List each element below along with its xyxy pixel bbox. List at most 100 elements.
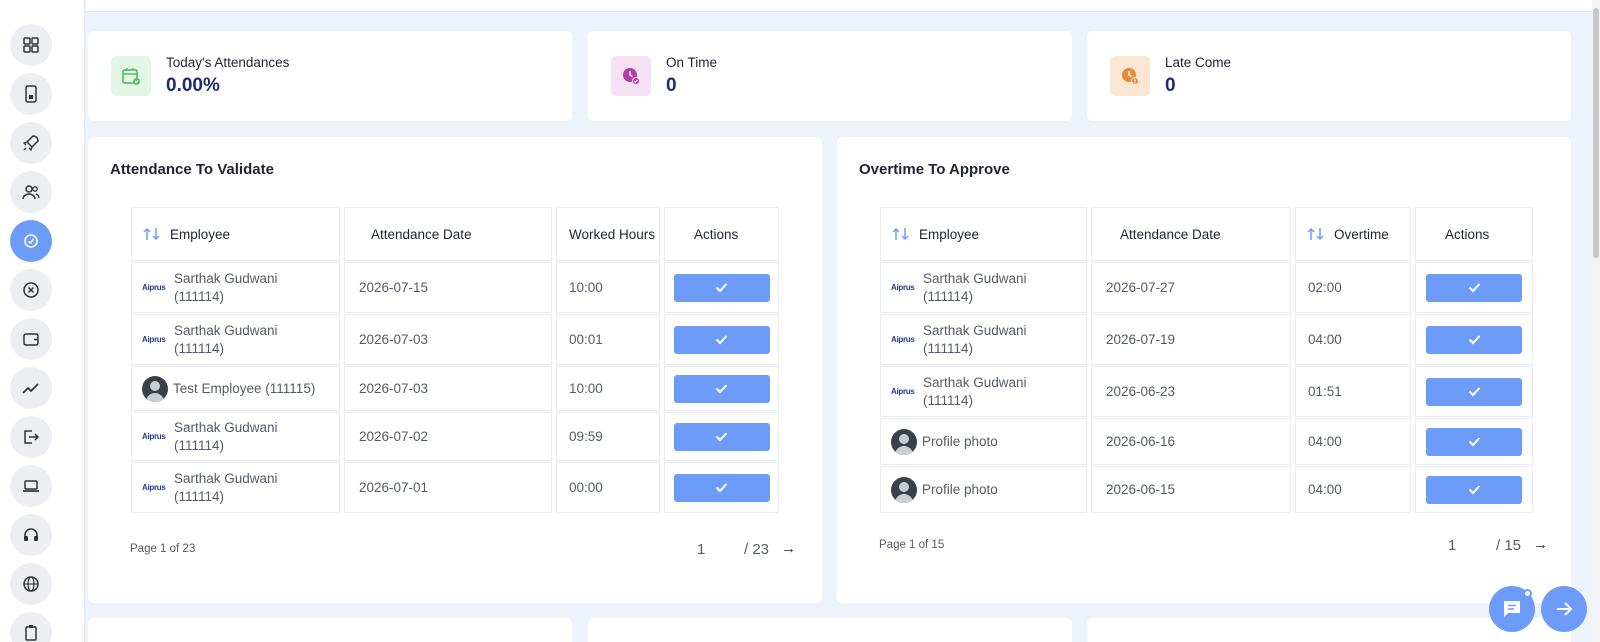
top-bar (86, 0, 1600, 12)
table-cell-hours: 00:01 (556, 314, 660, 365)
stat-value: 0 (1165, 75, 1176, 96)
column-header-label: Attendance Date (1120, 226, 1221, 242)
overtime-value: 04:00 (1308, 482, 1342, 497)
column-header-label: Actions (1445, 226, 1490, 242)
page-total: / 15 (1496, 537, 1522, 554)
sidebar-item-wallet[interactable] (10, 318, 52, 360)
pagination-label: Page 1 of 23 (130, 543, 196, 555)
trend-chart-icon (21, 378, 41, 398)
table-cell-date: 2026-07-03 (344, 314, 552, 365)
employee-name: Sarthak Gudwani (111114) (174, 270, 278, 304)
approve-button[interactable] (673, 374, 770, 403)
table-cell-overtime: 04:00 (1295, 466, 1411, 513)
wallet-icon (21, 329, 41, 349)
company-logo: Aiprus (142, 335, 166, 344)
sidebar-item-users[interactable] (10, 171, 52, 213)
next-button[interactable] (1541, 586, 1587, 632)
chat-button[interactable] (1489, 586, 1535, 632)
scrollbar[interactable] (1592, 0, 1600, 642)
table-cell-actions (664, 262, 779, 313)
sidebar-item-logout[interactable] (10, 416, 52, 458)
stat-title: On Time (666, 55, 718, 70)
sidebar-item-globe[interactable] (10, 563, 52, 605)
table-cell-actions (1415, 314, 1533, 365)
sort-icon[interactable] (142, 226, 162, 242)
sidebar-item-close-circle[interactable] (10, 269, 52, 311)
approve-button[interactable] (673, 325, 770, 354)
approve-button[interactable] (1426, 273, 1522, 302)
clipboard-icon (21, 623, 41, 642)
close-circle-icon (21, 280, 41, 300)
approve-button[interactable] (673, 422, 770, 451)
next-page-arrow-icon[interactable]: → (781, 540, 796, 557)
date-value: 2026-07-02 (359, 429, 429, 444)
approve-button[interactable] (673, 473, 770, 502)
table-cell-hours: 00:00 (556, 462, 660, 513)
avatar (142, 375, 168, 402)
approve-button[interactable] (1426, 325, 1522, 354)
stat-card-on-time: On Time 0 (588, 31, 1072, 121)
tablet-icon (21, 84, 41, 104)
column-header-label: Overtime (1334, 226, 1389, 242)
approve-button[interactable] (1426, 427, 1522, 456)
employee-name: Sarthak Gudwani (111114) (174, 322, 278, 356)
overtime-value: 01:51 (1308, 384, 1342, 399)
date-value: 2026-06-16 (1106, 434, 1176, 449)
stat-title: Late Come (1165, 55, 1232, 70)
users-icon (21, 182, 41, 202)
arrow-right-icon (1557, 602, 1573, 616)
table-cell-employee: Aiprus Sarthak Gudwani (111114) (880, 366, 1087, 417)
column-header-label: Employee (170, 226, 231, 242)
approve-button[interactable] (1426, 475, 1522, 504)
sidebar-item-tablet[interactable] (10, 73, 52, 115)
table-cell-date: 2026-06-23 (1091, 366, 1291, 417)
page-number-input[interactable]: 1 (1448, 537, 1456, 554)
sort-icon[interactable] (1306, 226, 1326, 242)
sidebar-item-attendance[interactable] (10, 220, 52, 262)
clock-check-icon (611, 56, 651, 96)
column-header-employee[interactable]: Employee (131, 207, 340, 261)
sidebar-item-trend-chart[interactable] (10, 367, 52, 409)
avatar (891, 476, 917, 503)
check-icon (715, 432, 728, 442)
column-header-hours: Worked Hours (556, 207, 660, 261)
sidebar-item-rocket[interactable] (10, 122, 52, 164)
page-number-input[interactable]: 1 (697, 541, 705, 558)
bottom-card (588, 618, 1072, 642)
stat-value: 0 (666, 75, 677, 96)
next-page-arrow-icon[interactable]: → (1533, 536, 1548, 553)
table-cell-date: 2026-07-27 (1091, 262, 1291, 313)
table-cell-employee: Aiprus Sarthak Gudwani (111114) (880, 262, 1087, 313)
table-cell-actions (1415, 366, 1533, 417)
column-header-overtime[interactable]: Overtime (1295, 207, 1411, 261)
approve-button[interactable] (673, 273, 770, 302)
date-value: 2026-07-27 (1106, 280, 1176, 295)
hours-value: 10:00 (569, 381, 603, 396)
column-header-employee[interactable]: Employee (880, 207, 1087, 261)
table-cell-actions (664, 314, 779, 365)
check-icon (715, 335, 728, 345)
overtime-value: 04:00 (1308, 434, 1342, 449)
date-value: 2026-06-23 (1106, 384, 1176, 399)
company-logo: Aiprus (891, 387, 915, 396)
table-cell-overtime: 04:00 (1295, 314, 1411, 365)
table-cell-employee: Aiprus Sarthak Gudwani (111114) (131, 262, 340, 313)
table-cell-actions (664, 366, 779, 411)
sidebar-item-clipboard[interactable] (10, 612, 52, 642)
table-cell-employee: Profile photo (880, 466, 1087, 513)
panel-title: Overtime To Approve (859, 161, 1010, 178)
hours-value: 00:00 (569, 480, 603, 495)
dashboard-grid-icon (21, 35, 41, 55)
attendance-to-validate-panel: Attendance To Validate Employee Attendanc… (88, 137, 822, 603)
sidebar-item-headset[interactable] (10, 514, 52, 556)
sidebar-item-dashboard-grid[interactable] (10, 24, 52, 66)
scrollbar-thumb[interactable] (1593, 8, 1599, 258)
check-icon (715, 384, 728, 394)
table-cell-actions (1415, 262, 1533, 313)
approve-button[interactable] (1426, 377, 1522, 406)
sort-icon[interactable] (891, 226, 911, 242)
sidebar-item-laptop[interactable] (10, 465, 52, 507)
table-cell-date: 2026-06-16 (1091, 418, 1291, 465)
pagination-label: Page 1 of 15 (879, 539, 945, 551)
employee-name: Test Employee (111115) (173, 380, 316, 396)
